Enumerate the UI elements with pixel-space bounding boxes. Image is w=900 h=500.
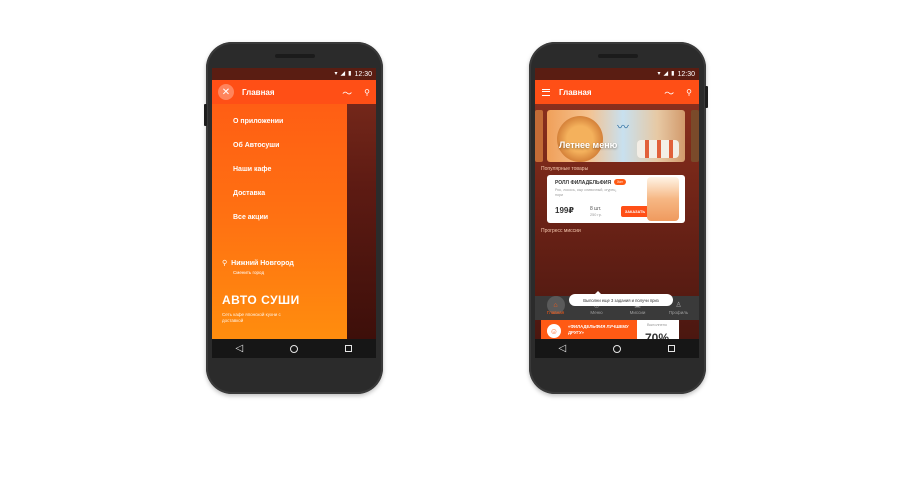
drawer-menu: О приложении Об Автосуши Наши кафе Доста… <box>233 118 283 238</box>
wifi-icon: ▾ <box>657 71 661 77</box>
carousel-prev-peek[interactable] <box>535 110 543 162</box>
drawer-item-about-company[interactable]: Об Автосуши <box>233 142 283 166</box>
close-icon: ✕ <box>221 86 231 98</box>
drawer-item-promotions[interactable]: Все акции <box>233 214 283 238</box>
mission-done-label: Выполнено <box>647 323 667 327</box>
rolls-image <box>637 140 679 158</box>
battery-icon: ▮ <box>348 71 352 77</box>
drawer-item-about-app[interactable]: О приложении <box>233 118 283 142</box>
banner-title: Летнее меню <box>559 140 618 150</box>
carousel-next-peek[interactable] <box>691 110 699 162</box>
product-quantity: 8 шт. <box>590 206 602 212</box>
recent-apps-icon[interactable] <box>345 345 353 352</box>
phone-right: ▾ ◢ ▮ 12:30 Главная 〜 ⚲ 〰 Летнее меню По… <box>529 42 708 394</box>
hamburger-menu-icon[interactable] <box>542 88 550 96</box>
page-title: Главная <box>559 87 592 97</box>
tab-label: Главная <box>546 309 565 315</box>
home-button-icon[interactable] <box>613 344 622 353</box>
product-card[interactable]: РОЛЛ ФИЛАДЕЛЬФИЯ Хит Рис, лосось, сыр сл… <box>547 175 685 223</box>
app-header: Главная 〜 ⚲ <box>535 80 699 104</box>
speaker <box>274 54 315 58</box>
popular-section-label: Популярные товары <box>541 166 589 172</box>
background-food-image <box>347 80 376 339</box>
android-nav-bar: ◁ <box>212 339 376 358</box>
mission-avatar-icon: ☺ <box>547 324 561 338</box>
drawer-item-delivery[interactable]: Доставка <box>233 190 283 214</box>
mission-section-label: Прогресс миссии <box>541 228 581 234</box>
pizza-image <box>557 116 603 162</box>
status-time: 12:30 <box>677 70 695 78</box>
hit-badge: Хит <box>614 179 626 185</box>
signal-icon: ◢ <box>340 71 346 77</box>
back-icon[interactable]: ◁ <box>236 343 244 354</box>
app-header: ✕ Главная 〜 ⚲ <box>212 80 376 104</box>
logo-icon: 〜 <box>664 88 675 100</box>
signal-icon: ◢ <box>663 71 669 77</box>
mission-tooltip: Выполни еще 3 задания и получи приз <box>569 291 673 306</box>
order-button[interactable]: ЗАКАЗАТЬ <box>621 206 649 217</box>
page-title: Главная <box>242 87 275 97</box>
logo-icon: 〜 <box>342 88 353 100</box>
product-weight: 250 гр. <box>590 213 602 217</box>
search-icon[interactable]: ⚲ <box>686 88 692 97</box>
city-selector[interactable]: ⚲ Нижний Новгород <box>222 259 294 267</box>
profile-icon: ♙ <box>675 302 682 309</box>
city-name: Нижний Новгород <box>231 260 294 267</box>
product-price: 199₽ <box>555 206 574 215</box>
product-description: Рис, лосось, сыр сливочный, огурец, нори <box>555 188 617 197</box>
status-bar: ▾ ◢ ▮ 12:30 <box>212 68 376 80</box>
search-icon[interactable]: ⚲ <box>364 88 370 97</box>
home-button-icon[interactable] <box>290 344 299 353</box>
screen-right: ▾ ◢ ▮ 12:30 Главная 〜 ⚲ 〰 Летнее меню По… <box>535 68 699 358</box>
phone-left: ▾ ◢ ▮ 12:30 О приложении Об Автосуши Наш… <box>204 42 383 394</box>
tab-label: Меню <box>590 310 603 315</box>
product-name: РОЛЛ ФИЛАДЕЛЬФИЯ <box>555 180 612 186</box>
screen-left: ▾ ◢ ▮ 12:30 О приложении Об Автосуши Наш… <box>212 68 376 358</box>
mission-title: «ФИЛАДЕЛЬФИЯ ЛУЧШЕМУ ДРУГУ» <box>568 324 629 335</box>
recent-apps-icon[interactable] <box>668 345 676 352</box>
dolphin-icon: 〰 <box>617 120 630 134</box>
back-icon[interactable]: ◁ <box>559 343 567 354</box>
close-drawer-button[interactable]: ✕ <box>218 84 234 100</box>
tab-label: Миссии <box>629 310 646 315</box>
volume-button <box>204 104 207 126</box>
home-icon: ⌂ <box>553 301 558 309</box>
battery-icon: ▮ <box>671 71 675 77</box>
product-image <box>647 177 679 221</box>
nav-drawer: О приложении Об Автосуши Наши кафе Доста… <box>212 80 347 339</box>
power-button <box>705 86 708 108</box>
brand-tagline: Сеть кафе японской кухни с доставкой <box>222 312 281 323</box>
tab-label: Профиль <box>668 310 689 315</box>
promo-banner[interactable]: 〰 Летнее меню <box>547 110 685 162</box>
speaker <box>597 54 638 58</box>
wifi-icon: ▾ <box>334 71 338 77</box>
change-city-link[interactable]: Сменить город <box>233 270 264 275</box>
status-time: 12:30 <box>354 70 372 78</box>
status-bar: ▾ ◢ ▮ 12:30 <box>535 68 699 80</box>
android-nav-bar: ◁ <box>535 339 699 358</box>
location-pin-icon: ⚲ <box>222 260 228 267</box>
drawer-item-cafes[interactable]: Наши кафе <box>233 166 283 190</box>
brand-logo: АВТО СУШИ <box>222 293 300 307</box>
